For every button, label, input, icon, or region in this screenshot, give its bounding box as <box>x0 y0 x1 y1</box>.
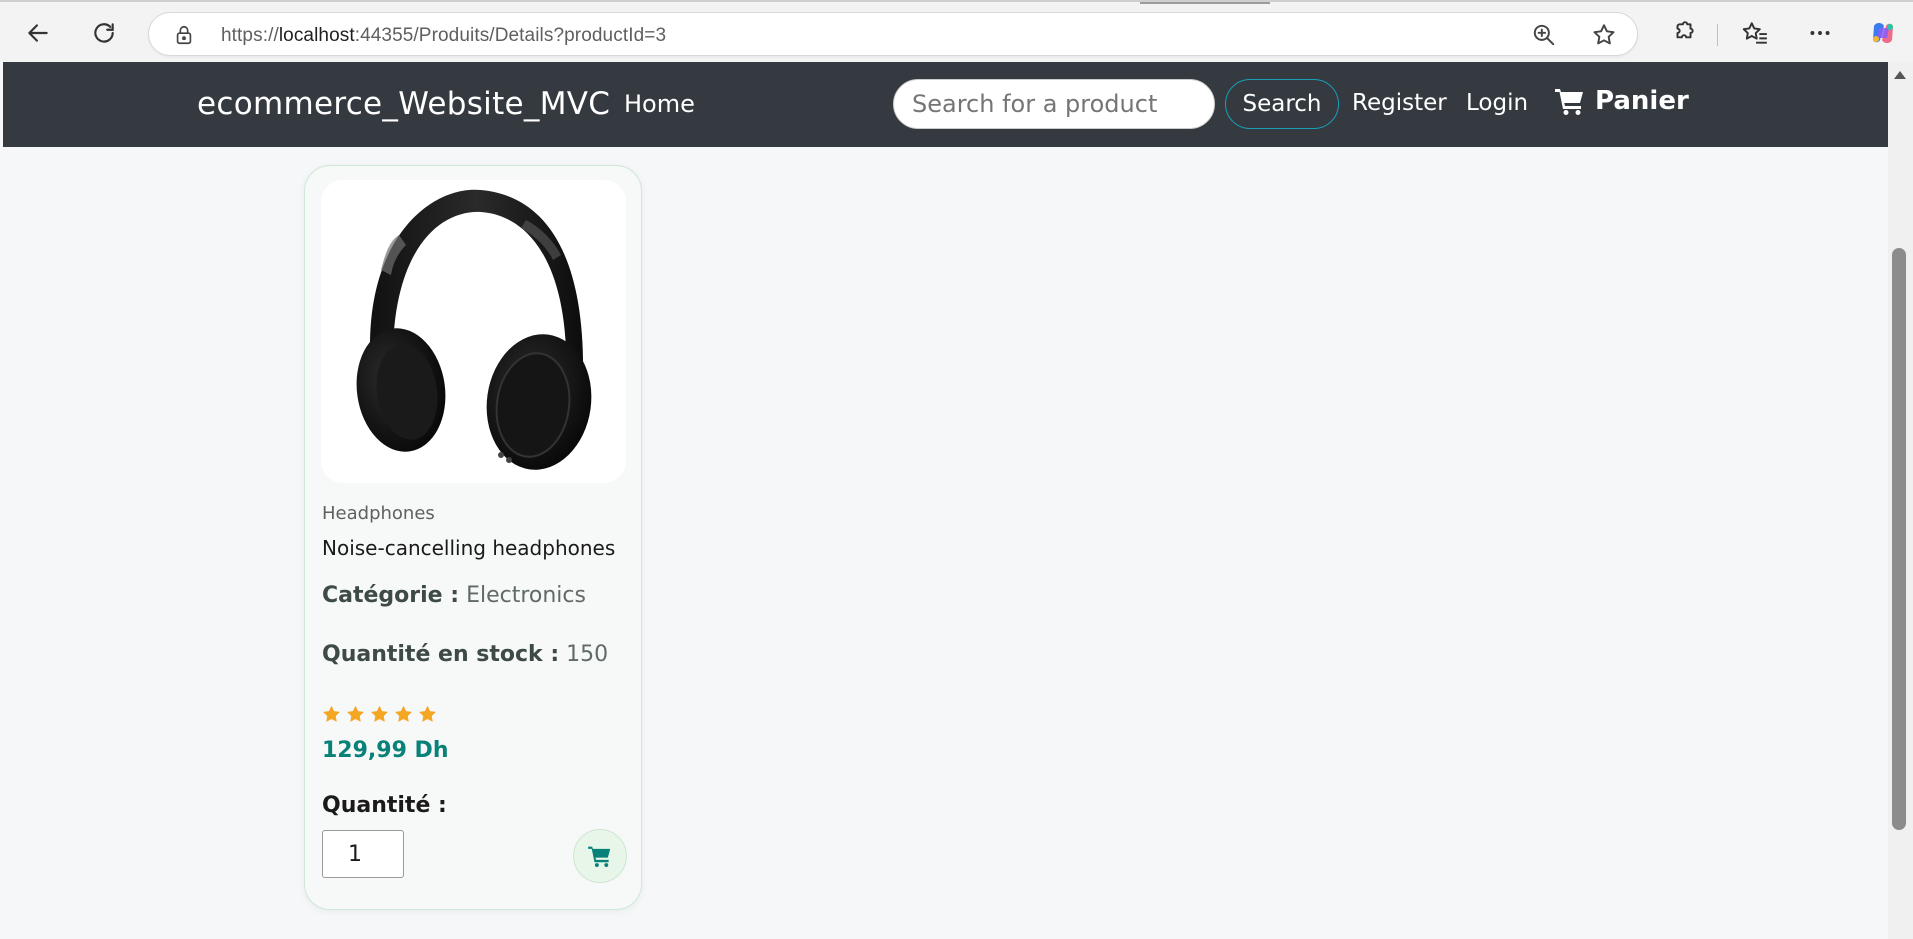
nav-cart-label: Panier <box>1595 86 1689 116</box>
product-name: Noise-cancelling headphones <box>322 536 616 560</box>
star-icon <box>323 705 340 722</box>
favorites-button[interactable] <box>1737 15 1773 51</box>
back-button[interactable] <box>20 15 56 51</box>
product-stock: Quantité en stock : 150 <box>322 642 608 667</box>
zoom-icon[interactable] <box>1531 22 1557 48</box>
product-card: Headphones Noise-cancelling headphones C… <box>304 165 642 910</box>
copilot-button[interactable] <box>1865 15 1901 51</box>
product-category: Catégorie : Electronics <box>322 583 586 608</box>
quantity-label: Quantité : <box>322 793 447 818</box>
nav-cart-link[interactable]: Panier <box>1555 86 1689 116</box>
refresh-button[interactable] <box>86 15 122 51</box>
copilot-icon <box>1873 23 1893 43</box>
nav-home-link[interactable]: Home <box>624 90 695 118</box>
category-label: Catégorie : <box>322 583 460 608</box>
more-options-button[interactable] <box>1802 15 1838 51</box>
headphones-image <box>356 189 592 470</box>
url-host: localhost <box>278 25 355 46</box>
stock-label: Quantité en stock : <box>322 642 560 667</box>
nav-login-link[interactable]: Login <box>1466 90 1528 116</box>
lock-icon[interactable] <box>173 24 195 46</box>
nav-register-link[interactable]: Register <box>1352 90 1447 116</box>
scroll-up-arrow-icon[interactable] <box>1893 70 1907 80</box>
rating-stars <box>322 705 437 723</box>
product-image <box>321 180 626 483</box>
puzzle-icon <box>1676 21 1694 39</box>
add-to-cart-button[interactable] <box>573 829 627 883</box>
shopping-cart-icon <box>1555 89 1583 115</box>
stock-value: 150 <box>566 642 609 667</box>
back-arrow-icon <box>28 24 48 42</box>
quantity-input[interactable] <box>322 830 404 878</box>
favorites-list-icon <box>1742 22 1767 44</box>
toolbar-divider <box>1717 24 1718 46</box>
browser-toolbar: https://localhost:44355/Produits/Details… <box>0 0 1913 62</box>
extensions-button[interactable] <box>1666 15 1702 51</box>
favorite-star-icon[interactable] <box>1591 22 1617 48</box>
url-prefix: https:// <box>221 25 279 46</box>
scrollbar-thumb[interactable] <box>1892 248 1906 830</box>
star-icon <box>347 705 364 722</box>
star-icon <box>395 705 412 722</box>
search-button[interactable]: Search <box>1225 79 1339 129</box>
url-path: :44355/Produits/Details?productId=3 <box>354 25 667 46</box>
brand-link[interactable]: ecommerce_Website_MVC <box>197 86 610 122</box>
site-navbar: ecommerce_Website_MVC Home Search Regist… <box>3 62 1888 147</box>
star-icon <box>371 705 388 722</box>
refresh-icon <box>94 23 114 43</box>
product-price: 129,99 Dh <box>322 738 449 763</box>
ellipsis-icon <box>1810 31 1830 35</box>
search-input[interactable] <box>893 79 1215 129</box>
star-icon <box>419 705 436 722</box>
cart-icon <box>588 846 611 867</box>
address-bar[interactable]: https://localhost:44355/Produits/Details… <box>148 12 1638 56</box>
tab-strip-indicator <box>1140 2 1270 4</box>
category-value: Electronics <box>466 583 586 608</box>
product-brand: Headphones <box>322 503 435 524</box>
url-text[interactable]: https://localhost:44355/Produits/Details… <box>221 25 666 47</box>
